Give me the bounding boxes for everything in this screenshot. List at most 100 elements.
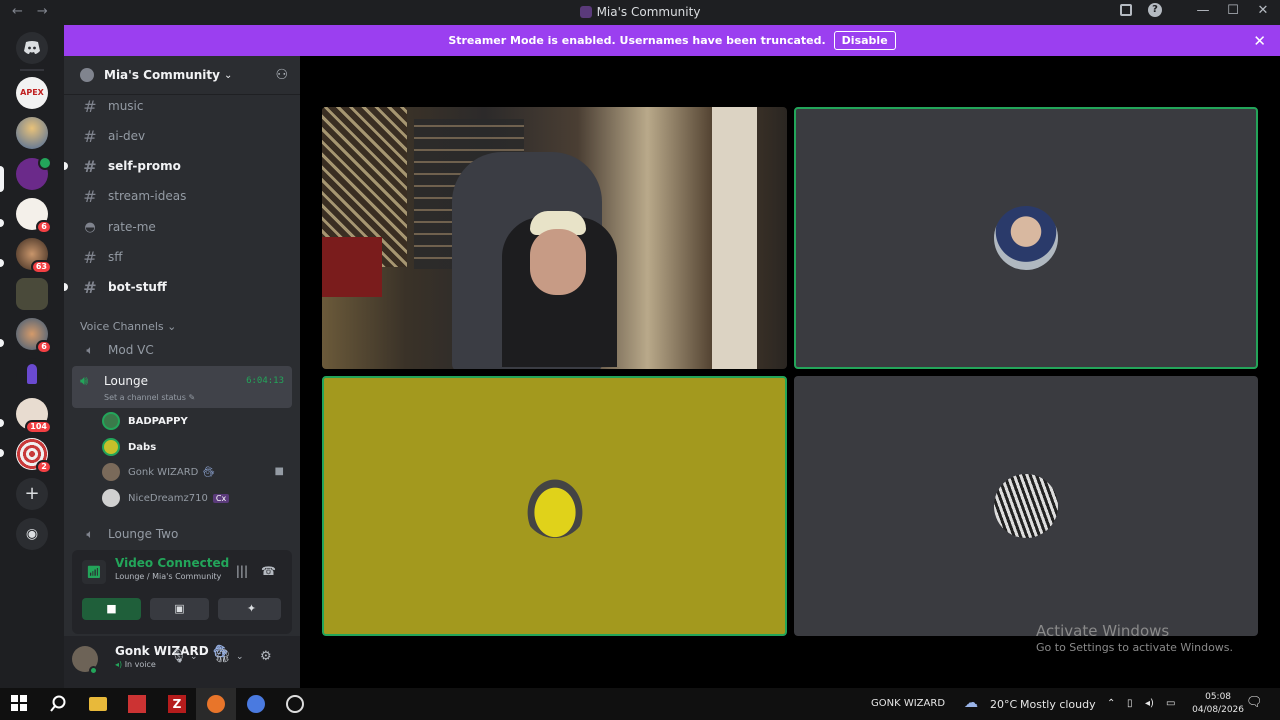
screen-share-button[interactable]: ▣ <box>150 598 209 620</box>
notifications-icon[interactable]: 🗨︎ <box>1246 695 1263 710</box>
server-4[interactable]: 6 <box>16 198 52 234</box>
voice-member[interactable]: Dabs <box>102 435 156 459</box>
server-6[interactable] <box>16 278 48 310</box>
plus-icon: + <box>16 478 48 510</box>
app-icon[interactable] <box>286 695 304 713</box>
soundboard-button[interactable]: ✦ <box>222 598 281 620</box>
inbox-icon[interactable] <box>1120 4 1132 16</box>
channel-status[interactable]: Set a channel status ✎ <box>104 393 195 402</box>
guild-header[interactable]: Mia's Community ⌄ ⚇ <box>64 56 300 95</box>
hash-icon: # <box>83 247 97 267</box>
mention-badge: 63 <box>30 260 52 274</box>
voice-member[interactable]: NiceDreamz710 Cx <box>102 486 230 510</box>
chevron-up-icon[interactable]: ⌃ <box>1107 698 1115 709</box>
speaker-icon: 🔊︎ <box>80 374 89 389</box>
filezilla-icon[interactable]: Z <box>168 695 186 713</box>
camera-button[interactable]: ■ <box>82 598 141 620</box>
unread-indicator <box>0 259 4 267</box>
headphones-icon[interactable]: 🎧︎ <box>214 649 231 664</box>
hash-icon: # <box>83 126 97 146</box>
browser-icon[interactable] <box>207 695 225 713</box>
channel-rate-me[interactable]: ◓ rate-me <box>72 213 292 241</box>
voice-location[interactable]: Lounge / Mia's Community <box>115 572 221 581</box>
weather-icon[interactable]: ☁︎ <box>964 695 978 711</box>
video-tile-participant[interactable] <box>794 107 1258 369</box>
weather-temp[interactable]: 20°C <box>990 698 1017 711</box>
server-10[interactable]: 2 <box>16 438 52 474</box>
invite-icon[interactable]: ⚇ <box>275 67 288 83</box>
video-tile-participant[interactable] <box>322 376 787 636</box>
avatar <box>522 474 587 538</box>
explore-servers-button[interactable]: ◉ <box>16 518 48 550</box>
discord-home-button[interactable] <box>16 32 48 64</box>
unread-dot <box>64 283 68 291</box>
microphone-icon[interactable]: 🎙︎ <box>170 649 187 664</box>
server-icon <box>579 6 592 18</box>
voice-member[interactable]: Gonk WIZARD 🧙︎ <box>102 460 292 484</box>
camera-icon: ■ <box>106 602 117 615</box>
taskbar-username[interactable]: GONK WIZARD <box>871 698 945 709</box>
call-timer: 6:04:13 <box>246 376 284 386</box>
unread-indicator <box>0 419 4 427</box>
voice-status[interactable]: Video Connected <box>115 556 229 570</box>
voice-category-header[interactable]: Voice Channels ⌄ <box>80 320 176 333</box>
video-tile-camera[interactable] <box>322 107 787 369</box>
network-icon[interactable]: ▭ <box>1166 698 1175 709</box>
windows-start-icon[interactable] <box>11 695 29 713</box>
channel-music[interactable]: # music <box>72 92 292 120</box>
weather-description[interactable]: Mostly cloudy <box>1020 698 1096 711</box>
mention-badge: 6 <box>36 220 52 234</box>
server-7[interactable]: 6 <box>16 318 52 354</box>
server-8[interactable] <box>16 358 48 390</box>
server-divider <box>20 69 44 71</box>
server-2[interactable] <box>16 117 48 149</box>
file-explorer-icon[interactable] <box>89 697 107 711</box>
video-tile-participant[interactable] <box>794 376 1258 636</box>
app-icon[interactable] <box>128 695 146 713</box>
server-apex[interactable]: APEX <box>16 77 48 109</box>
activation-watermark: Activate Windows <box>1036 622 1170 640</box>
unread-indicator <box>0 449 4 457</box>
banner-close-icon[interactable]: ✕ <box>1253 32 1266 50</box>
chevron-down-icon[interactable]: ⌄ <box>236 652 244 662</box>
pencil-icon: ✎ <box>188 393 196 402</box>
speaker-icon: 🔈︎ <box>86 342 94 357</box>
add-server-button[interactable]: + <box>16 478 48 510</box>
close-button[interactable]: ✕ <box>1256 3 1270 18</box>
chevron-down-icon[interactable]: ⌄ <box>190 652 198 662</box>
avatar <box>102 463 120 481</box>
guild-icon <box>80 68 94 82</box>
minimize-button[interactable]: — <box>1196 3 1210 18</box>
clock[interactable]: 05:08 04/08/2026 <box>1192 691 1244 717</box>
channel-bot-stuff[interactable]: # bot-stuff <box>64 273 292 301</box>
member-tag: Cx <box>212 493 230 503</box>
disconnect-icon[interactable]: ☎︎ <box>261 564 276 578</box>
soundboard-icon: ✦ <box>246 602 257 615</box>
channel-lounge-two[interactable]: 🔈︎ Lounge Two <box>72 520 292 548</box>
channel-mod-vc[interactable]: 🔈︎ Mod VC <box>72 336 292 364</box>
channel-stream-ideas[interactable]: # stream-ideas <box>72 182 292 210</box>
volume-icon[interactable]: ◂) <box>1145 698 1154 709</box>
server-9[interactable]: 104 <box>16 398 52 434</box>
maximize-button[interactable]: ☐ <box>1226 3 1240 18</box>
server-3[interactable] <box>16 156 52 190</box>
taskbar: Z GONK WIZARD ☁︎ 20°C Mostly cloudy ⌃ ▯ … <box>0 688 1280 720</box>
channel-self-promo[interactable]: # self-promo <box>64 152 292 180</box>
voice-member[interactable]: BADPAPPY <box>102 409 188 433</box>
chrome-icon[interactable] <box>247 695 265 713</box>
discord-logo-icon <box>24 41 40 54</box>
channel-lounge[interactable]: 🔊︎ Lounge 6:04:13 Set a channel status ✎ <box>72 366 292 408</box>
help-icon[interactable]: ? <box>1148 3 1162 17</box>
search-icon[interactable] <box>49 695 67 713</box>
server-5[interactable]: 63 <box>16 238 52 274</box>
hash-icon: # <box>83 96 97 116</box>
signal-icon[interactable]: 📶︎ <box>82 560 106 584</box>
battery-icon[interactable]: ▯ <box>1127 698 1133 709</box>
noise-suppression-icon[interactable]: ||| <box>236 564 248 578</box>
avatar <box>994 474 1058 538</box>
video-grid: Activate Windows Go to Settings to activ… <box>300 56 1280 688</box>
gear-icon[interactable]: ⚙︎ <box>260 649 272 664</box>
channel-sff[interactable]: # sff <box>72 243 292 271</box>
channel-ai-dev[interactable]: # ai-dev <box>72 122 292 150</box>
disable-button[interactable]: Disable <box>833 31 896 50</box>
